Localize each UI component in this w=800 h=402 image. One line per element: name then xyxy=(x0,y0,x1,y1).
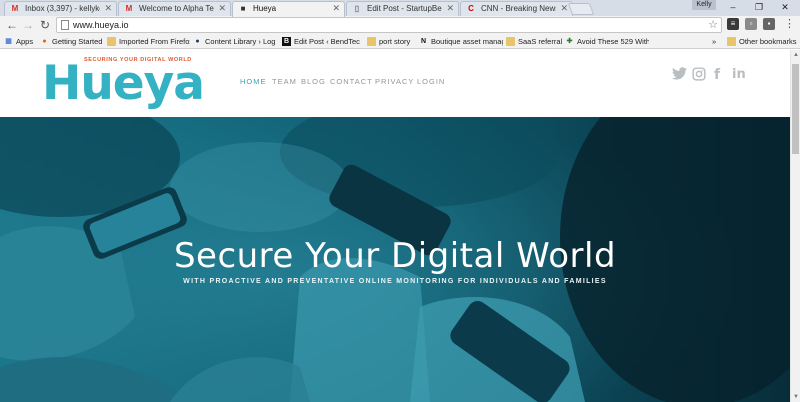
nav-privacy[interactable]: PRIVACY xyxy=(375,77,414,86)
bookmark-label: port story xyxy=(379,37,411,46)
close-window-icon[interactable]: ✕ xyxy=(772,0,798,14)
bendtech-icon: B xyxy=(282,37,291,46)
document-icon: ▯ xyxy=(354,4,360,13)
hero-subtitle: WITH PROACTIVE AND PREVENTATIVE ONLINE M… xyxy=(183,278,607,285)
bookmark-label: Avoid These 529 With xyxy=(577,37,649,46)
scroll-down-icon[interactable]: ▼ xyxy=(791,392,800,402)
reload-icon[interactable]: ↻ xyxy=(37,17,53,33)
bookmark-port-story[interactable]: port story xyxy=(367,36,417,47)
bookmarks-bar: ▦ Apps ● Getting Started Imported From F… xyxy=(0,34,800,49)
tab-startupbend[interactable]: ▯ Edit Post - StartupBend — ✕ xyxy=(346,1,459,16)
tab-strip: M Inbox (3,397) - kellykeardi ✕ M Welcom… xyxy=(0,0,800,17)
bookmark-avoid-529[interactable]: ✚ Avoid These 529 With xyxy=(565,36,649,47)
linkedin-icon[interactable]: in xyxy=(732,67,746,83)
folder-icon xyxy=(367,37,376,46)
bookmark-icon: ✚ xyxy=(566,38,573,45)
bookmark-label: Edit Post ‹ BendTech xyxy=(294,37,360,46)
bookmark-label: SaaS referral xyxy=(518,37,562,46)
page-scrollbar[interactable]: ▲ ▼ xyxy=(790,50,800,402)
gmail-icon: M xyxy=(125,4,133,13)
buffer-extension-icon[interactable]: ≡ xyxy=(727,18,739,30)
back-arrow-icon[interactable]: ← xyxy=(4,17,20,33)
tab-title: Hueya xyxy=(253,4,277,13)
cube-icon: ■ xyxy=(240,4,246,13)
nav-contact[interactable]: CONTACT xyxy=(330,77,373,86)
bookmark-apps[interactable]: ▦ Apps xyxy=(4,36,38,47)
bookmark-content-library[interactable]: ● Content Library › Log xyxy=(193,36,276,47)
nav-team[interactable]: TEAM xyxy=(272,77,297,86)
address-bar[interactable]: ☆ xyxy=(56,17,722,33)
url-input[interactable] xyxy=(73,18,693,32)
bookmark-bendtech[interactable]: B Edit Post ‹ BendTech xyxy=(282,36,360,47)
hero-banner: Secure Your Digital World WITH PROACTIVE… xyxy=(0,117,790,402)
bookmark-getting-started[interactable]: ● Getting Started xyxy=(40,36,106,47)
tab-inbox[interactable]: M Inbox (3,397) - kellykeardi ✕ xyxy=(4,1,117,16)
user-profile-badge[interactable]: Kelly xyxy=(692,0,716,10)
n-icon: N xyxy=(420,38,427,45)
folder-icon xyxy=(727,37,736,46)
scroll-thumb[interactable] xyxy=(792,64,799,154)
nav-home[interactable]: HOME xyxy=(240,77,267,86)
close-icon[interactable]: ✕ xyxy=(218,2,226,15)
browser-toolbar: ← → ↻ ☆ ≡ ▫ ▪ ⋮ xyxy=(0,16,800,34)
cnn-icon: C xyxy=(468,4,474,13)
tab-alpha-team[interactable]: M Welcome to Alpha Team - ✕ xyxy=(118,1,231,16)
bookmark-label: Getting Started xyxy=(52,37,103,46)
nav-login[interactable]: LOGIN xyxy=(417,77,445,86)
facebook-icon[interactable]: f xyxy=(714,67,720,83)
menu-icon[interactable]: ⋮ xyxy=(784,18,795,30)
folder-icon xyxy=(506,37,515,46)
hero-title: Secure Your Digital World xyxy=(173,236,617,276)
hueya-logo[interactable]: Hueya SECURING YOUR DIGITAL WORLD xyxy=(42,54,212,112)
scroll-up-icon[interactable]: ▲ xyxy=(791,50,800,60)
tab-cnn[interactable]: C CNN - Breaking News, Lat ✕ xyxy=(460,1,573,16)
logo-tagline: SECURING YOUR DIGITAL WORLD xyxy=(84,57,192,63)
folder-icon xyxy=(107,37,116,46)
maximize-icon[interactable]: ❐ xyxy=(746,0,772,14)
nav-blog[interactable]: BLOG xyxy=(301,77,326,86)
webpage: Hueya SECURING YOUR DIGITAL WORLD HOME T… xyxy=(0,50,790,402)
tab-title: Inbox (3,397) - kellykeardi xyxy=(25,4,100,13)
tab-title: Edit Post - StartupBend — xyxy=(367,4,442,13)
close-icon[interactable]: ✕ xyxy=(560,2,568,15)
tab-title: CNN - Breaking News, Lat xyxy=(481,4,556,13)
bookmark-star-icon[interactable]: ☆ xyxy=(708,18,718,32)
bookmark-imported-firefox[interactable]: Imported From Firefox xyxy=(107,36,190,47)
bookmark-label: Other bookmarks xyxy=(739,37,797,46)
minimize-icon[interactable]: – xyxy=(720,0,746,14)
content-library-icon: ● xyxy=(195,38,200,45)
extension-icon[interactable]: ▪ xyxy=(763,18,775,30)
site-header: Hueya SECURING YOUR DIGITAL WORLD HOME T… xyxy=(0,50,790,117)
new-tab-button[interactable] xyxy=(567,3,595,15)
tab-hueya[interactable]: ■ Hueya ✕ xyxy=(232,1,345,17)
bookmarks-overflow-chevron[interactable]: » xyxy=(710,36,724,47)
tab-title: Welcome to Alpha Team - xyxy=(139,4,214,13)
extension-icon[interactable]: ▫ xyxy=(745,18,757,30)
close-icon[interactable]: ✕ xyxy=(104,2,112,15)
bookmark-saas-referral[interactable]: SaaS referral xyxy=(506,36,562,47)
close-icon[interactable]: ✕ xyxy=(332,2,340,15)
bookmark-label: Boutique asset manag xyxy=(431,37,503,46)
apps-icon: ▦ xyxy=(5,38,12,45)
close-icon[interactable]: ✕ xyxy=(446,2,454,15)
page-icon xyxy=(61,20,69,30)
bookmark-label: Content Library › Log xyxy=(205,37,276,46)
logo-wordmark: Hueya xyxy=(42,56,205,111)
bookmark-label: Apps xyxy=(16,37,34,46)
instagram-icon[interactable] xyxy=(692,67,706,84)
bookmark-boutique[interactable]: N Boutique asset manag xyxy=(419,36,503,47)
gmail-icon: M xyxy=(11,4,19,13)
bookmark-label: Imported From Firefox xyxy=(119,37,190,46)
forward-arrow-icon[interactable]: → xyxy=(20,17,36,33)
firefox-icon: ● xyxy=(42,38,47,45)
twitter-icon[interactable] xyxy=(672,67,687,83)
other-bookmarks[interactable]: Other bookmarks xyxy=(727,36,797,47)
